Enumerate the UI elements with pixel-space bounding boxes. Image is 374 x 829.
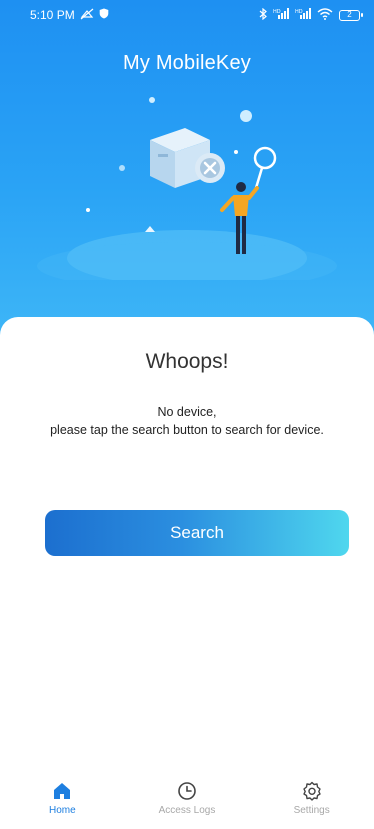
empty-state-headline: Whoops! (145, 350, 229, 373)
tab-home[interactable]: Home (17, 780, 107, 829)
bottom-tab-bar: Home Access Logs Settings (0, 780, 374, 829)
svg-text:HD: HD (273, 9, 281, 15)
wifi-icon (317, 7, 333, 23)
gear-icon (302, 781, 321, 801)
no-device-illustration (37, 97, 337, 280)
svg-text:HD: HD (295, 9, 303, 15)
empty-state-message-line1: No device, (157, 405, 217, 419)
battery-icon: 2 (339, 9, 363, 21)
shield-icon (99, 8, 109, 22)
signal-icon: HD (273, 8, 289, 22)
empty-state-message-line2: please tap the search button to search f… (50, 423, 324, 437)
home-icon (54, 783, 71, 799)
hero-banner: 5:10 PM HD HD 2 My MobileKey (0, 0, 374, 340)
status-bar: 5:10 PM HD HD 2 (0, 0, 374, 30)
content-sheet (0, 317, 374, 829)
tab-home-label: Home (48, 805, 76, 816)
tab-access-logs-label: Access Logs (158, 805, 216, 816)
bluetooth-icon (259, 7, 267, 23)
tab-settings-label: Settings (293, 805, 330, 816)
status-time: 5:10 PM (30, 8, 75, 22)
tab-settings[interactable]: Settings (267, 780, 357, 829)
clock-icon (178, 782, 196, 800)
signal-icon: HD (295, 8, 311, 22)
muted-icon (80, 8, 94, 23)
app-title: My MobileKey (123, 52, 251, 74)
search-button[interactable]: Search (45, 510, 349, 556)
tab-access-logs[interactable]: Access Logs (142, 780, 232, 829)
